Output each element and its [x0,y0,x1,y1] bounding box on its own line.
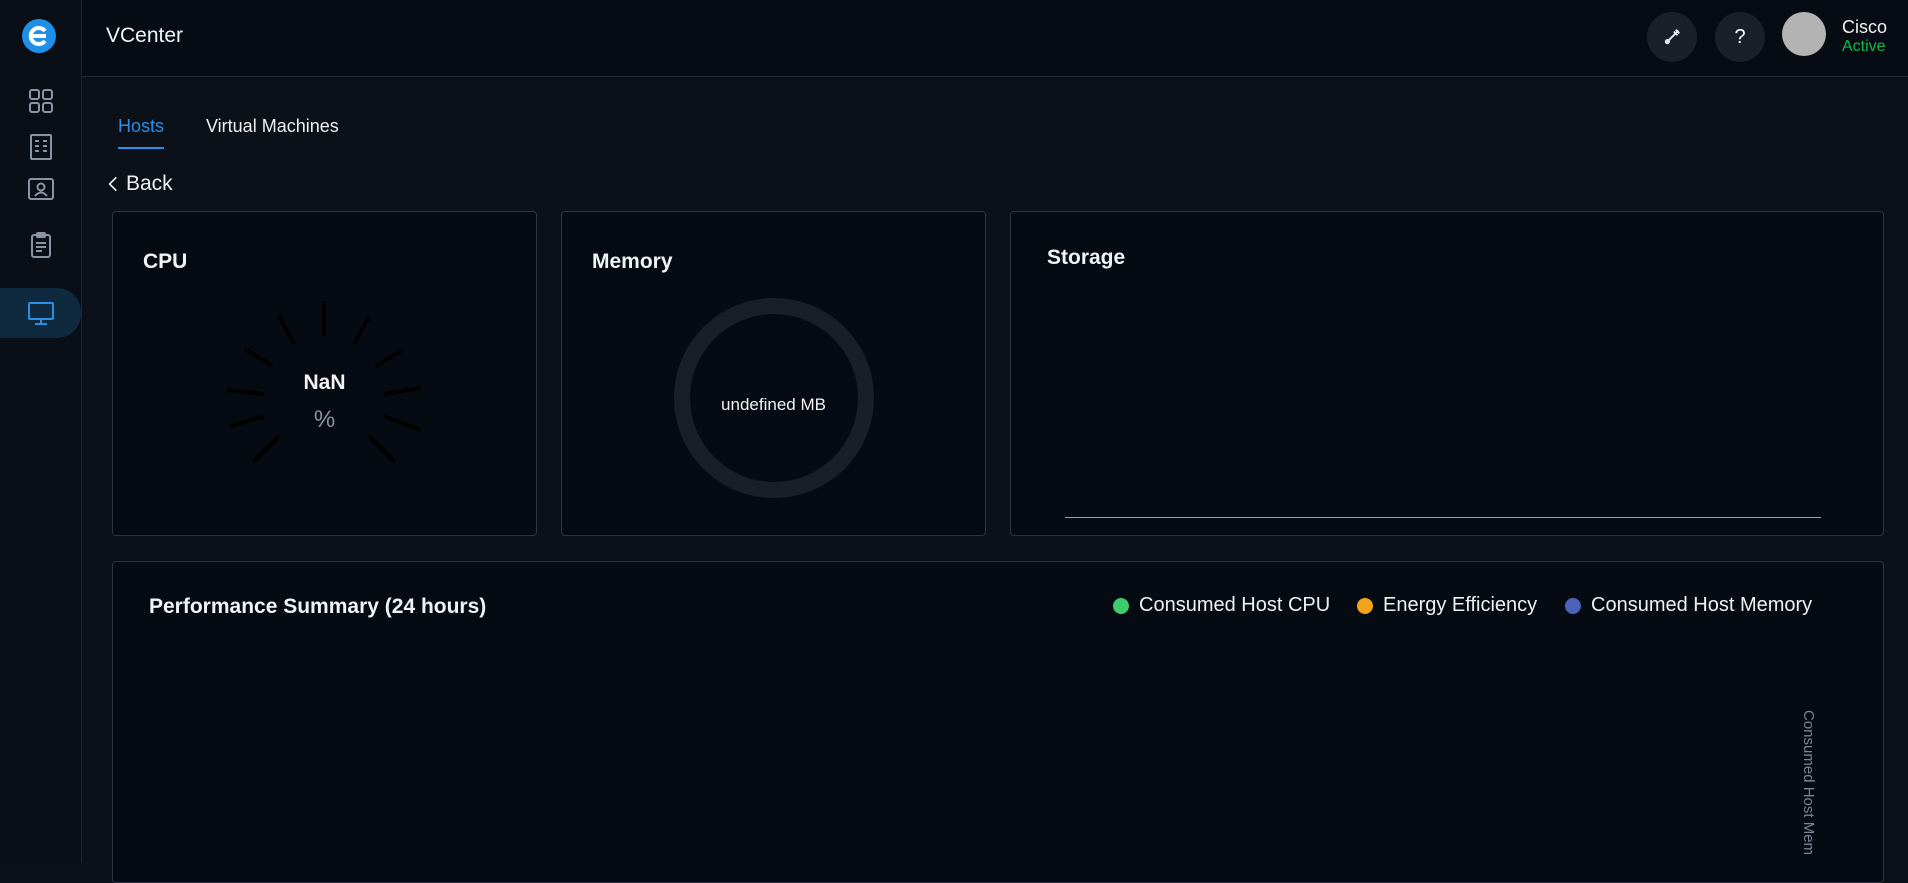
plug-connect-icon [1664,29,1680,45]
help-button[interactable]: ? [1715,12,1765,62]
id-card-icon [27,178,54,200]
legend-item-energy[interactable]: Energy Efficiency [1357,594,1537,617]
storage-card: Storage [1010,211,1884,536]
legend-label-cpu: Consumed Host CPU [1139,594,1331,616]
legend-dot-cpu [1113,597,1129,614]
app-logo[interactable] [20,17,58,55]
back-label: Back [126,172,173,195]
user-status: Active [1842,38,1886,55]
back-button[interactable]: Back [108,172,173,196]
sidebar-item-contacts[interactable] [0,168,81,210]
tab-hosts[interactable]: Hosts [118,116,165,149]
user-name: Cisco [1842,17,1888,37]
storage-title: Storage [1047,246,1126,269]
legend-item-cpu[interactable]: Consumed Host CPU [1113,594,1330,617]
memory-value: undefined MB [721,395,826,414]
chevron-left-icon [108,176,117,192]
performance-title: Performance Summary (24 hours) [149,595,487,618]
sidebar-item-dashboard[interactable] [0,80,81,122]
tab-virtual-machines[interactable]: Virtual Machines [206,116,339,147]
building-icon [29,134,52,160]
clipboard-icon [30,232,51,258]
monitor-icon [27,302,54,325]
cpu-gauge-spinner [226,301,422,464]
legend-item-memory[interactable]: Consumed Host Memory [1565,594,1812,617]
legend-label-energy: Energy Efficiency [1383,594,1538,616]
storage-chart-baseline [1065,517,1821,518]
connect-button[interactable] [1647,12,1697,62]
avatar[interactable] [1782,12,1826,56]
sidebar-item-vcenter[interactable] [0,288,81,338]
cpu-value: NaN [303,371,346,394]
cpu-title: CPU [143,250,188,273]
sidebar [0,0,82,863]
cpu-card: CPU NaN % [112,211,537,536]
memory-title: Memory [592,250,673,273]
cpu-unit: % [313,406,336,433]
legend-label-memory: Consumed Host Memory [1591,594,1813,616]
question-icon: ? [1734,25,1746,48]
y-axis-label: Consumed Host Mem [1800,710,1817,856]
topbar: VCenter ? Cisco Active [82,0,1908,77]
legend-dot-memory [1565,597,1581,614]
app-title: VCenter [106,24,184,47]
dashboard-grid-icon [28,89,53,113]
sidebar-item-tasks[interactable] [0,224,81,266]
memory-card: Memory undefined MB [561,211,986,536]
sidebar-item-datacenter[interactable] [0,126,81,168]
legend-dot-energy [1357,597,1373,614]
